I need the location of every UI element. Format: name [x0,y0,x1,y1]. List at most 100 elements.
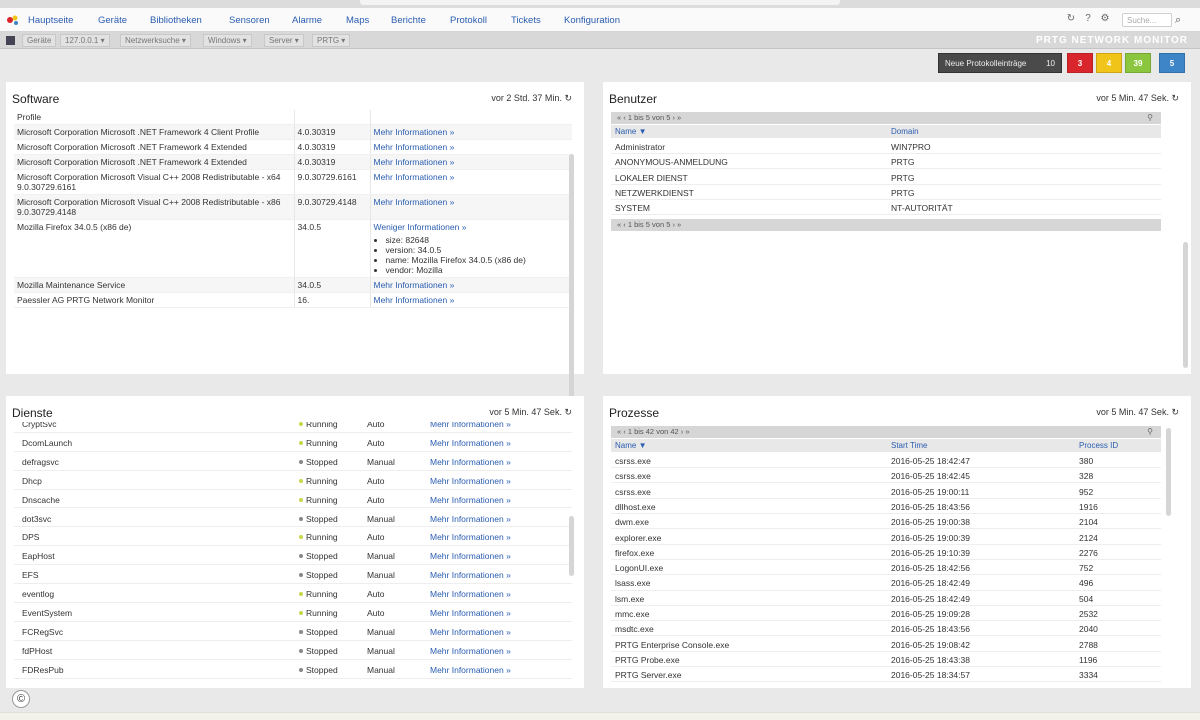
more-info-link[interactable]: Mehr Informationen » [374,280,455,290]
service-row[interactable]: Dhcp Running Auto Mehr Informationen » [14,471,572,490]
service-row[interactable]: EFS Stopped Manual Mehr Informationen » [14,565,572,585]
process-row[interactable]: lsm.exe 2016-05-25 18:42:49 504 [611,591,1161,606]
more-info-link[interactable]: Mehr Informationen » [430,665,511,675]
more-info-link[interactable]: Mehr Informationen » [430,532,511,542]
status-dot-icon [299,459,303,464]
service-row[interactable]: DPS Running Auto Mehr Informationen » [14,527,572,547]
process-row[interactable]: PRTG Probe.exe 2016-05-25 18:43:38 1196 [611,652,1161,668]
users-panel-time[interactable]: vor 5 Min. 47 Sek. ↻ [1096,93,1179,104]
status-badge-warning[interactable]: 4 [1096,53,1122,73]
service-row[interactable]: EventSystem Running Auto Mehr Informationen… [14,603,572,622]
more-info-link[interactable]: Mehr Informationen » [374,127,455,137]
users-row[interactable]: Administrator WIN7PRO [611,139,1161,155]
more-info-link[interactable]: Mehr Informationen » [374,172,455,182]
address-bar[interactable] [360,0,840,5]
refresh-icon[interactable]: ↻ [1066,14,1076,24]
prtg-logo-icon[interactable] [6,14,20,26]
process-row[interactable]: PRTG Server.exe 2016-05-25 18:34:57 3334 [611,667,1161,683]
process-row[interactable]: LogonUI.exe 2016-05-25 18:42:56 752 [611,560,1161,576]
software-version: 34.0.5 [294,277,371,293]
process-row[interactable]: firefox.exe 2016-05-25 19:10:39 2276 [611,545,1161,560]
process-row[interactable]: csrss.exe 2016-05-25 19:00:11 952 [611,484,1161,499]
search-icon[interactable]: ⌕ [1175,14,1187,26]
service-row[interactable]: DcomLaunch Running Auto Mehr Informationen … [14,433,572,452]
users-col-name[interactable]: Name ▼ [615,127,646,136]
breadcrumb-item[interactable]: Windows ▾ [203,34,252,47]
service-row[interactable]: CryptSvc Running Auto Mehr Informationen » [14,422,572,433]
processes-scrollbar[interactable] [1166,428,1171,516]
more-info-link[interactable]: Mehr Informationen » [430,476,511,486]
process-row[interactable]: dllhost.exe 2016-05-25 18:43:56 1916 [611,499,1161,515]
more-info-link[interactable]: Mehr Informationen » [430,438,511,448]
home-icon[interactable] [6,36,15,45]
menu-item-tickets[interactable]: Tickets [511,15,541,26]
more-info-link[interactable]: Mehr Informationen » [430,589,511,599]
menu-item-sensoren[interactable]: Sensoren [229,15,270,26]
more-info-link[interactable]: Mehr Informationen » [430,514,511,524]
breadcrumb-item[interactable]: Netzwerksuche ▾ [120,34,191,47]
users-row[interactable]: SYSTEM NT-AUTORITÄT [611,200,1161,216]
service-row[interactable]: fdPHost Stopped Manual Mehr Informationen » [14,641,572,660]
menu-item-konfiguration[interactable]: Konfiguration [564,15,620,26]
process-row[interactable]: csrss.exe 2016-05-25 18:42:47 380 [611,453,1161,469]
more-info-link[interactable]: Mehr Informationen » [430,457,511,467]
service-start-type: Manual [367,570,395,581]
menu-item-geraete[interactable]: Geräte [98,15,127,26]
service-row[interactable]: EapHost Stopped Manual Mehr Informationen » [14,546,572,566]
users-row[interactable]: ANONYMOUS-ANMELDUNG PRTG [611,154,1161,170]
gear-icon[interactable]: ⚙ [1100,14,1110,24]
process-row[interactable]: lsass.exe 2016-05-25 18:42:49 496 [611,575,1161,591]
service-row[interactable]: Dnscache Running Auto Mehr Informationen » [14,490,572,509]
breadcrumb-item[interactable]: Geräte [22,34,57,47]
process-row[interactable]: explorer.exe 2016-05-25 19:00:39 2124 [611,530,1161,545]
more-info-link[interactable]: Mehr Informationen » [430,570,511,580]
service-row[interactable]: FCRegSvc Stopped Manual Mehr Informationen … [14,622,572,641]
menu-item-bibliotheken[interactable]: Bibliotheken [150,15,202,26]
users-scrollbar[interactable] [1183,242,1188,368]
service-row[interactable]: defragsvc Stopped Manual Mehr Informationen… [14,452,572,471]
help-icon[interactable]: ? [1083,14,1093,24]
more-info-link[interactable]: Mehr Informationen » [374,157,455,167]
menu-item-alarme[interactable]: Alarme [292,15,322,26]
more-info-link[interactable]: Mehr Informationen » [374,197,455,207]
status-badge-paused[interactable]: 5 [1159,53,1185,73]
services-panel-time[interactable]: vor 5 Min. 47 Sek. ↻ [489,407,572,418]
process-row[interactable]: mmc.exe 2016-05-25 19:09:28 2532 [611,606,1161,622]
users-row[interactable]: NETZWERKDIENST PRTG [611,185,1161,201]
service-row[interactable]: dot3svc Stopped Manual Mehr Informationen » [14,509,572,528]
menu-item-protokoll[interactable]: Protokoll [450,15,487,26]
process-row[interactable]: dwm.exe 2016-05-25 19:00:38 2104 [611,514,1161,530]
users-pager-bottom[interactable]: « ‹ 1 bis 5 von 5 › » [611,219,1161,231]
process-row[interactable]: PRTG Enterprise Console.exe 2016-05-25 19… [611,637,1161,652]
services-scrollbar[interactable] [569,516,574,576]
search-input[interactable]: Suche... [1122,13,1172,27]
status-badge-up[interactable]: 39 [1125,53,1151,73]
menu-item-berichte[interactable]: Berichte [391,15,426,26]
process-row[interactable]: msdtc.exe 2016-05-25 18:43:56 2040 [611,621,1161,637]
more-info-link[interactable]: Mehr Informationen » [430,422,511,429]
service-row[interactable]: eventlog Running Auto Mehr Informationen » [14,584,572,603]
breadcrumb-item[interactable]: PRTG ▾ [312,34,351,47]
users-pager[interactable]: « ‹ 1 bis 5 von 5 › » ⚲ [611,112,1161,124]
breadcrumb-item[interactable]: 127.0.0.1 ▾ [60,34,110,47]
more-info-link[interactable]: Mehr Informationen » [430,495,511,505]
breadcrumb-item[interactable]: Server ▾ [264,34,304,47]
more-info-link[interactable]: Mehr Informationen » [430,646,511,656]
more-info-link[interactable]: Mehr Informationen » [430,627,511,637]
more-info-link[interactable]: Mehr Informationen » [430,608,511,618]
software-scrollbar[interactable] [569,154,574,404]
users-col-domain[interactable]: Domain [891,127,919,136]
new-log-entries-button[interactable]: Neue Protokolleinträge 10 [938,53,1062,73]
menu-item-maps[interactable]: Maps [346,15,369,26]
service-row[interactable]: FDResPub Stopped Manual Mehr Informationen … [14,660,572,679]
menu-item-hauptseite[interactable]: Hauptseite [28,15,73,26]
more-info-link[interactable]: Mehr Informationen » [374,142,455,152]
pin-icon[interactable]: ⚲ [1147,113,1153,122]
status-badge-down[interactable]: 3 [1067,53,1093,73]
more-info-link[interactable]: Mehr Informationen » [430,551,511,561]
process-row[interactable]: csrss.exe 2016-05-25 18:42:45 328 [611,468,1161,484]
more-info-link[interactable]: Weniger Informationen » [374,222,467,232]
software-panel-time[interactable]: vor 2 Std. 37 Min. ↻ [491,93,572,104]
more-info-link[interactable]: Mehr Informationen » [374,295,455,305]
users-row[interactable]: LOKALER DIENST PRTG [611,170,1161,185]
